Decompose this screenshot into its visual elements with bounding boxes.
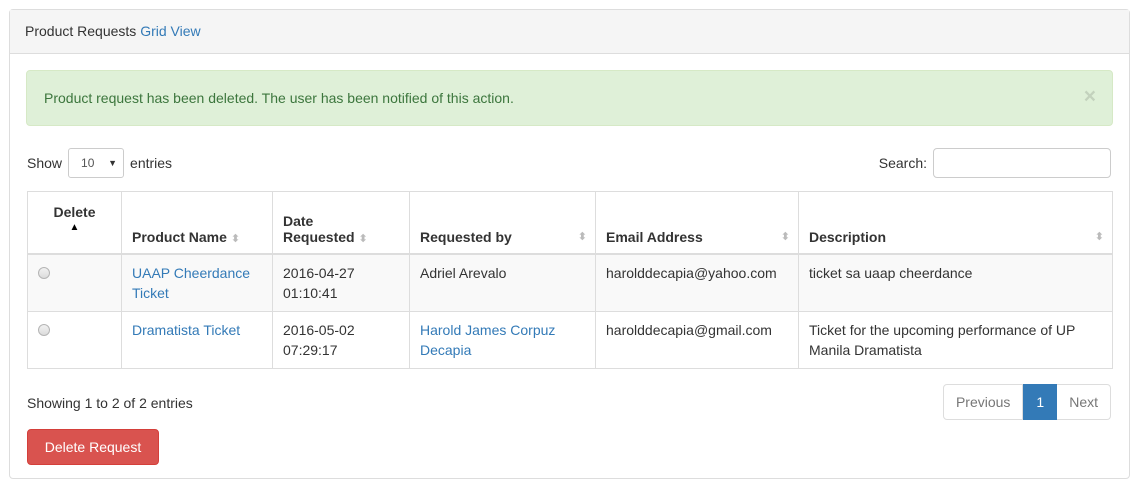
description-line: Ticket for the upcoming performance of U… (809, 321, 1076, 338)
search-label: Search: (878, 155, 927, 171)
entries-length-control: Show 10 ▼ entries (27, 148, 172, 178)
requester-name-line: Harold James Corpuz (420, 321, 556, 338)
column-header-requested-by-label: Requested by (420, 228, 512, 245)
product-name-cell: UAAP Cheerdance Ticket (121, 253, 273, 312)
date-value: 2016-05-02 (283, 321, 355, 338)
entries-label: entries (130, 155, 173, 171)
sort-icon: ⬍ (230, 232, 241, 245)
table-info: Showing 1 to 2 of 2 entries (27, 395, 193, 411)
email-cell: harolddecapia@gmail.com (595, 310, 799, 369)
email-cell: harolddecapia@yahoo.com (595, 253, 799, 312)
product-link[interactable]: Dramatista Ticket (132, 322, 240, 338)
column-header-product-name-label: Product Name (132, 228, 227, 245)
sort-icon: ⬍ (1094, 230, 1104, 243)
date-cell: 2016-05-02 07:29:17 (272, 310, 410, 369)
delete-radio[interactable] (38, 266, 50, 279)
column-header-email-address[interactable]: Email Address ⬍ (595, 191, 799, 255)
column-header-product-name[interactable]: Product Name ⬍ (121, 191, 273, 255)
requester-link[interactable]: Harold James Corpuz Decapia (420, 322, 555, 358)
column-header-requested-by[interactable]: Requested by ⬍ (409, 191, 596, 255)
entries-select-value: 10 (81, 156, 95, 170)
table-row: Dramatista Ticket 2016-05-02 07:29:17 Har… (27, 310, 1113, 369)
date-cell: 2016-04-27 01:10:41 (272, 253, 410, 312)
caret-down-icon: ▼ (108, 158, 118, 168)
table-header-row: Delete ▲ Product Name ⬍ Date Requested ⬍… (27, 191, 1113, 255)
search-control: Search: (879, 148, 1111, 178)
description-cell: ticket sa uaap cheerdance (798, 253, 1113, 312)
delete-radio[interactable] (38, 323, 50, 336)
time-value: 07:29:17 (283, 341, 338, 358)
column-header-email-label: Email Address (606, 228, 703, 245)
page-1-button[interactable]: 1 (1023, 384, 1058, 420)
sort-icon: ⬍ (577, 230, 587, 243)
column-header-delete[interactable]: Delete ▲ (27, 191, 122, 255)
previous-page-button[interactable]: Previous (942, 384, 1024, 420)
close-icon[interactable]: × (1084, 86, 1096, 107)
grid-view-link[interactable]: Grid View (140, 23, 200, 39)
description-line: Manila Dramatista (809, 341, 922, 358)
delete-cell (27, 253, 122, 312)
table-row: UAAP Cheerdance Ticket 2016-04-27 01:10:41… (27, 253, 1113, 312)
sort-asc-icon: ▲ (69, 222, 80, 233)
search-input[interactable] (933, 148, 1111, 178)
requested-by-cell: Adriel Arevalo (409, 253, 596, 312)
product-name-line: UAAP Cheerdance (132, 264, 251, 281)
success-alert: Product request has been deleted. The us… (26, 70, 1113, 126)
panel-heading: Product Requests Grid View (10, 10, 1129, 54)
time-value: 01:10:41 (283, 284, 338, 301)
product-name-line: Ticket (132, 284, 169, 301)
column-header-description[interactable]: Description ⬍ (798, 191, 1113, 255)
alert-message: Product request has been deleted. The us… (44, 90, 514, 106)
date-value: 2016-04-27 (283, 264, 355, 281)
column-header-description-label: Description (809, 228, 887, 245)
description-cell: Ticket for the upcoming performance of U… (798, 310, 1113, 369)
show-label: Show (27, 155, 63, 171)
pagination: Previous 1 Next (942, 384, 1111, 420)
column-header-delete-label: Delete (53, 204, 96, 220)
entries-select[interactable]: 10 ▼ (68, 148, 125, 178)
sort-icon: ⬍ (358, 232, 368, 245)
delete-request-button[interactable]: Delete Request (27, 429, 159, 465)
sort-icon: ⬍ (780, 230, 790, 243)
column-header-date-label-2: Requested (283, 228, 355, 245)
column-header-date-label-1: Date (283, 212, 314, 229)
next-page-button[interactable]: Next (1057, 384, 1111, 420)
product-link[interactable]: UAAP Cheerdance Ticket (132, 265, 250, 301)
requested-by-cell: Harold James Corpuz Decapia (409, 310, 596, 369)
panel-title: Product Requests (25, 23, 137, 39)
product-requests-panel: Product Requests Grid View Product reque… (9, 9, 1130, 479)
column-header-date-requested[interactable]: Date Requested ⬍ (272, 191, 410, 255)
delete-cell (27, 310, 122, 369)
requester-name-line: Decapia (420, 341, 472, 358)
product-name-cell: Dramatista Ticket (121, 310, 273, 369)
product-requests-table: Delete ▲ Product Name ⬍ Date Requested ⬍… (27, 191, 1113, 369)
